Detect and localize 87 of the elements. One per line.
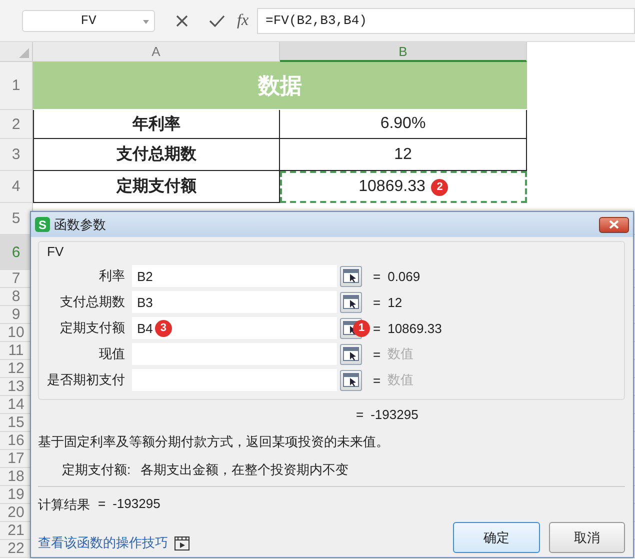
- corner-triangle-icon: [19, 48, 29, 58]
- argument-result: 12: [388, 294, 402, 310]
- argument-label: 支付总期数: [59, 293, 125, 311]
- row-header[interactable]: 22: [0, 540, 33, 558]
- field-value: B4: [137, 320, 153, 336]
- argument-hint: 数值: [388, 371, 414, 389]
- row-header[interactable]: 3: [0, 139, 33, 171]
- row-header[interactable]: 18: [0, 468, 33, 486]
- dialog-button[interactable]: 确定: [453, 522, 540, 553]
- equals-sign: =: [373, 372, 381, 388]
- range-select-button[interactable]: [340, 370, 362, 390]
- equals-sign: =: [373, 268, 381, 284]
- cell-text: 定期支付额: [116, 176, 196, 197]
- row-header[interactable]: 15: [0, 414, 33, 432]
- row-header[interactable]: 14: [0, 396, 33, 414]
- row-header[interactable]: 7: [0, 270, 33, 288]
- equals-sign: =: [98, 496, 106, 513]
- argument-help-text: 各期支出金额，在整个投资期内不变: [140, 461, 349, 479]
- video-icon: [174, 534, 190, 550]
- grid-pointer-icon: [343, 373, 359, 387]
- row-header[interactable]: 17: [0, 450, 33, 468]
- equals-sign: =: [373, 346, 381, 362]
- argument-help-label: 定期支付额:: [62, 461, 131, 479]
- range-select-button[interactable]: [340, 266, 362, 286]
- dialog-button[interactable]: 取消: [549, 522, 625, 553]
- argument-field[interactable]: B4 3: [132, 317, 337, 339]
- argument-label: 利率: [98, 267, 125, 285]
- row-header[interactable]: 12: [0, 360, 33, 378]
- row-header[interactable]: 20: [0, 504, 33, 522]
- formula-total: -193295: [370, 407, 418, 422]
- row-header[interactable]: 21: [0, 522, 33, 540]
- name-box[interactable]: FV: [22, 10, 155, 32]
- cell-text: 支付总期数: [116, 144, 196, 165]
- cell-text: 年利率: [132, 114, 180, 134]
- app-logo: S: [35, 217, 50, 232]
- dialog-title: 函数参数: [54, 216, 107, 234]
- cell-text: 12: [394, 146, 412, 164]
- grid-pointer-icon: [343, 295, 359, 309]
- row-header[interactable]: 1: [0, 62, 33, 110]
- row-header[interactable]: 16: [0, 432, 33, 450]
- row-header[interactable]: 8: [0, 288, 33, 306]
- row-header[interactable]: 9: [0, 306, 33, 324]
- argument-hint: 数值: [388, 345, 414, 363]
- argument-label: 现值: [98, 345, 125, 363]
- row-header[interactable]: 5: [0, 203, 33, 235]
- row-header[interactable]: 4: [0, 171, 33, 203]
- argument-field[interactable]: B3: [132, 291, 337, 313]
- cell-text: 10869.33: [358, 178, 426, 196]
- column-header[interactable]: B: [280, 42, 527, 62]
- row-header[interactable]: 10: [0, 324, 33, 342]
- grid-pointer-icon: [343, 347, 359, 361]
- range-select-button[interactable]: [340, 344, 362, 364]
- argument-result: 10869.33: [388, 320, 442, 336]
- field-value: B2: [137, 268, 153, 284]
- argument-result: 0.069: [388, 268, 420, 284]
- number-badge: 2: [431, 178, 448, 196]
- row-header[interactable]: 13: [0, 378, 33, 396]
- cancel-icon[interactable]: [175, 14, 189, 28]
- column-header[interactable]: A: [33, 42, 280, 62]
- close-button[interactable]: [599, 216, 629, 232]
- result-label: 计算结果: [38, 496, 90, 514]
- function-name: FV: [47, 244, 65, 259]
- dropdown-icon: [143, 20, 149, 24]
- field-value: B3: [137, 294, 153, 310]
- cell-text: 6.90%: [380, 115, 426, 133]
- formula-field[interactable]: =FV(B2,B3,B4): [256, 8, 635, 34]
- equals-sign: =: [373, 320, 381, 336]
- grid-pointer-icon: [343, 269, 359, 283]
- result-value: -193295: [112, 496, 160, 513]
- range-select-button[interactable]: [340, 292, 362, 312]
- cell-text: 数据: [258, 72, 302, 100]
- function-description: 基于固定利率及等额分期付款方式，返回某项投资的未来值。: [38, 433, 390, 451]
- insert-function-button[interactable]: fx: [237, 12, 249, 30]
- row-header[interactable]: 6: [0, 235, 33, 270]
- number-badge: 3: [154, 320, 172, 336]
- name-box-text: FV: [80, 13, 96, 28]
- equals-sign: =: [356, 407, 364, 422]
- row-header[interactable]: 19: [0, 486, 33, 504]
- argument-field[interactable]: B2: [132, 265, 337, 287]
- argument-label: 定期支付额: [59, 319, 125, 337]
- check-icon[interactable]: [209, 14, 225, 28]
- help-link[interactable]: 查看该函数的操作技巧: [38, 534, 168, 552]
- argument-label: 是否期初支付: [47, 371, 125, 389]
- close-icon: [609, 220, 619, 229]
- row-header[interactable]: 2: [0, 110, 33, 139]
- row-header[interactable]: 11: [0, 342, 33, 360]
- equals-sign: =: [373, 294, 381, 310]
